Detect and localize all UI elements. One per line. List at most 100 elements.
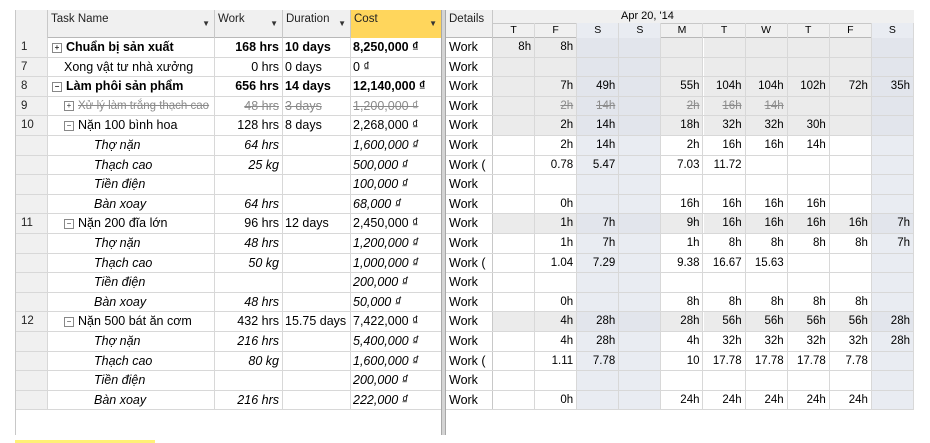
task-row[interactable]: 1 + Chuẩn bị sản xuất 168 hrs 10 days 8,250,0… xyxy=(16,38,442,58)
timephased-value-cell[interactable]: 10 xyxy=(661,351,704,371)
timephased-value-cell[interactable] xyxy=(830,136,872,155)
timephased-value-cell[interactable] xyxy=(829,57,872,77)
row-id[interactable] xyxy=(16,273,48,292)
timephased-value-cell[interactable] xyxy=(619,77,662,96)
timephased-value-cell[interactable] xyxy=(577,175,620,194)
expand-icon[interactable]: + xyxy=(64,100,74,111)
timephased-value-cell[interactable]: 14h xyxy=(577,136,620,155)
cost-cell[interactable]: 1,000,000 ₫ xyxy=(351,253,442,273)
timephased-value-cell[interactable] xyxy=(577,371,620,390)
timephased-value-cell[interactable]: 49h xyxy=(577,77,620,96)
cost-cell[interactable]: 500,000 ₫ xyxy=(351,155,442,175)
timephased-value-cell[interactable]: 8h xyxy=(830,292,872,312)
timephased-value-cell[interactable] xyxy=(787,96,830,116)
timephased-value-cell[interactable]: 7h xyxy=(871,234,914,253)
timephased-value-cell[interactable] xyxy=(619,155,662,175)
timephased-value-cell[interactable] xyxy=(619,136,662,155)
timephased-value-cell[interactable] xyxy=(830,253,872,273)
duration-cell[interactable]: 15.75 days xyxy=(283,312,351,331)
column-header-cost[interactable]: Cost ▼ xyxy=(351,10,442,38)
timephased-value-cell[interactable]: 56h xyxy=(787,312,830,331)
timephased-value-cell[interactable] xyxy=(746,371,788,390)
duration-cell[interactable] xyxy=(283,292,351,312)
timephased-value-cell[interactable]: 8h xyxy=(661,292,704,312)
timephased-value-cell[interactable] xyxy=(535,273,578,292)
work-cell[interactable]: 48 hrs xyxy=(215,292,283,312)
work-cell[interactable] xyxy=(215,371,283,390)
timephased-value-cell[interactable]: 8h xyxy=(746,234,788,253)
task-name-cell[interactable]: Thợ nặn xyxy=(48,332,215,351)
timephased-value-cell[interactable]: 8h xyxy=(830,234,872,253)
row-id[interactable] xyxy=(16,175,48,194)
duration-cell[interactable]: 12 days xyxy=(283,214,351,233)
task-row[interactable]: Thợ nặn 216 hrs 5,400,000 ₫ xyxy=(16,332,442,352)
timephased-value-cell[interactable] xyxy=(746,155,788,175)
timephased-value-cell[interactable]: 0h xyxy=(535,390,578,410)
timephased-value-cell[interactable]: 30h xyxy=(787,116,830,135)
timephased-value-cell[interactable]: 32h xyxy=(703,116,746,135)
cost-cell[interactable]: 2,450,000 ₫ xyxy=(351,214,442,233)
row-id[interactable]: 12 xyxy=(16,312,48,331)
timephased-value-cell[interactable]: 32h xyxy=(704,332,746,351)
timephased-value-cell[interactable]: 56h xyxy=(745,312,788,331)
timephased-value-cell[interactable] xyxy=(493,155,536,175)
task-row[interactable]: Thạch cao 25 kg 500,000 ₫ xyxy=(16,155,442,176)
timephased-value-cell[interactable] xyxy=(661,371,704,390)
timephased-value-cell[interactable] xyxy=(871,253,914,273)
duration-cell[interactable] xyxy=(283,175,351,194)
timephased-value-cell[interactable] xyxy=(830,155,872,175)
timephased-value-cell[interactable] xyxy=(535,57,578,77)
timephased-value-cell[interactable]: 8h xyxy=(788,292,830,312)
timephased-value-cell[interactable] xyxy=(704,175,746,194)
timephased-value-cell[interactable]: 9.38 xyxy=(661,253,704,273)
task-row[interactable]: 10 − Nặn 100 bình hoa 128 hrs 8 days 2,268,00… xyxy=(16,116,442,136)
timephased-value-cell[interactable] xyxy=(619,332,662,351)
timephased-value-cell[interactable]: 56h xyxy=(829,312,872,331)
timephased-value-cell[interactable] xyxy=(788,273,830,292)
timephased-value-cell[interactable] xyxy=(871,371,914,390)
timephased-value-cell[interactable] xyxy=(704,371,746,390)
task-row[interactable]: 7 Xong vật tư nhà xưởng 0 hrs 0 days 0 ₫ xyxy=(16,57,442,78)
cost-cell[interactable]: 100,000 ₫ xyxy=(351,175,442,194)
task-row[interactable]: 11 − Nặn 200 đĩa lớn 96 hrs 12 days 2,450,000… xyxy=(16,214,442,234)
timephased-value-cell[interactable] xyxy=(493,77,536,96)
timephased-value-cell[interactable] xyxy=(493,116,536,135)
timephased-value-cell[interactable] xyxy=(619,116,662,135)
task-name-cell[interactable]: Tiền điện xyxy=(48,273,215,292)
timephased-value-cell[interactable] xyxy=(661,38,704,57)
column-header-task-name[interactable]: Task Name ▼ xyxy=(48,10,215,38)
timephased-value-cell[interactable] xyxy=(829,38,872,57)
duration-cell[interactable] xyxy=(283,155,351,175)
timephased-value-cell[interactable] xyxy=(577,292,620,312)
timephased-value-cell[interactable] xyxy=(871,194,914,214)
work-cell[interactable]: 216 hrs xyxy=(215,332,283,351)
timephased-value-cell[interactable] xyxy=(493,312,536,331)
timephased-value-cell[interactable] xyxy=(577,194,620,214)
timephased-value-cell[interactable]: 24h xyxy=(788,390,830,410)
task-name-cell[interactable]: Bàn xoay xyxy=(48,292,215,312)
timephased-value-cell[interactable]: 2h xyxy=(661,96,704,116)
timephased-value-cell[interactable] xyxy=(619,57,662,77)
timephased-value-cell[interactable] xyxy=(493,371,536,390)
timephased-value-cell[interactable] xyxy=(493,96,536,116)
cost-cell[interactable]: 1,600,000 ₫ xyxy=(351,351,442,371)
timephased-value-cell[interactable] xyxy=(703,38,746,57)
row-id[interactable] xyxy=(16,194,48,214)
collapse-icon[interactable]: − xyxy=(52,82,62,93)
row-id[interactable] xyxy=(16,253,48,273)
timephased-value-cell[interactable] xyxy=(871,292,914,312)
timephased-value-cell[interactable]: 55h xyxy=(661,77,704,96)
cost-cell[interactable]: 1,200,000 ₫ xyxy=(351,234,442,253)
work-cell[interactable]: 25 kg xyxy=(215,155,283,175)
duration-cell[interactable] xyxy=(283,136,351,155)
cost-cell[interactable]: 8,250,000 ₫ xyxy=(351,38,442,57)
timephased-value-cell[interactable] xyxy=(577,390,620,410)
timephased-value-cell[interactable] xyxy=(619,234,662,253)
task-name-cell[interactable]: Thạch cao xyxy=(48,351,215,371)
timephased-value-cell[interactable] xyxy=(788,371,830,390)
timephased-value-cell[interactable] xyxy=(493,175,536,194)
timephased-value-cell[interactable] xyxy=(871,351,914,371)
timephased-value-cell[interactable] xyxy=(871,38,914,57)
task-row[interactable]: 9 + Xử lý làm trắng thạch cao 48 hrs 3 days 1… xyxy=(16,96,442,117)
cost-cell[interactable]: 12,140,000 ₫ xyxy=(351,77,442,96)
